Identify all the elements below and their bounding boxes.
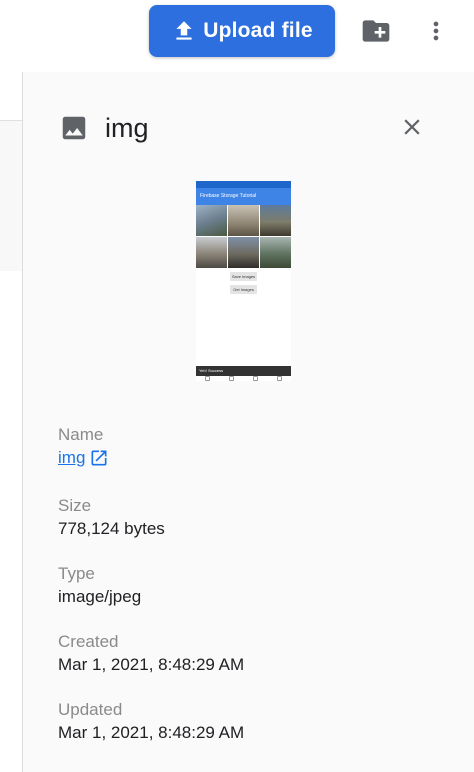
field-label: Type bbox=[58, 564, 95, 583]
field-value: Mar 1, 2021, 8:48:29 AM bbox=[58, 723, 245, 742]
upload-arrow-icon bbox=[171, 18, 197, 44]
upload-file-label: Upload file bbox=[203, 19, 313, 42]
file-list-edge bbox=[0, 72, 23, 772]
folder-plus-icon bbox=[360, 15, 392, 47]
panel-header: img bbox=[59, 108, 149, 148]
field-label: Name bbox=[58, 425, 104, 444]
field-name: Name img bbox=[58, 425, 109, 468]
preview-nav-bar bbox=[196, 376, 291, 381]
field-label: Created bbox=[58, 632, 119, 651]
nav-recents-icon bbox=[252, 376, 258, 381]
list-row-shade bbox=[0, 121, 22, 271]
file-name-link-text: img bbox=[58, 448, 86, 467]
file-name-link[interactable]: img bbox=[58, 448, 109, 468]
field-created: Created Mar 1, 2021, 8:48:29 AM bbox=[58, 632, 244, 675]
image-preview[interactable]: Firebase Storage Tutorial Save Images Ge… bbox=[196, 181, 291, 381]
preview-photo bbox=[228, 205, 259, 236]
file-details-panel: img Firebase Storage Tutorial Save Image… bbox=[23, 72, 474, 772]
new-folder-button[interactable] bbox=[360, 16, 392, 46]
preview-photo bbox=[228, 237, 259, 268]
field-updated: Updated Mar 1, 2021, 8:48:29 AM bbox=[58, 700, 244, 743]
more-options-button[interactable] bbox=[424, 14, 448, 48]
field-label: Size bbox=[58, 496, 92, 515]
panel-title: img bbox=[105, 112, 149, 143]
preview-photo-grid bbox=[196, 205, 291, 268]
preview-photo bbox=[260, 237, 291, 268]
preview-photo bbox=[196, 205, 227, 236]
more-vert-icon bbox=[422, 17, 450, 45]
field-value: Mar 1, 2021, 8:48:29 AM bbox=[58, 655, 245, 674]
field-type: Type image/jpeg bbox=[58, 564, 141, 607]
close-panel-button[interactable] bbox=[399, 114, 425, 140]
preview-photo bbox=[196, 237, 227, 268]
image-icon bbox=[59, 113, 89, 143]
upload-file-button[interactable]: Upload file bbox=[149, 5, 335, 57]
preview-get-images-button: Get Images bbox=[230, 285, 257, 294]
field-value: image/jpeg bbox=[58, 587, 142, 606]
preview-photo bbox=[260, 205, 291, 236]
close-icon bbox=[399, 114, 425, 140]
preview-toast: Yeh! Success bbox=[196, 366, 291, 376]
open-in-new-icon bbox=[89, 448, 109, 468]
top-toolbar: Upload file bbox=[0, 0, 474, 72]
preview-save-images-button: Save Images bbox=[230, 272, 257, 281]
nav-menu-icon bbox=[276, 376, 282, 381]
field-label: Updated bbox=[58, 700, 123, 719]
nav-home-icon bbox=[229, 376, 235, 381]
field-value: 778,124 bytes bbox=[58, 519, 165, 538]
preview-app-bar: Firebase Storage Tutorial bbox=[196, 188, 291, 205]
nav-back-icon bbox=[205, 376, 211, 381]
field-size: Size 778,124 bytes bbox=[58, 496, 165, 539]
preview-status-bar bbox=[196, 181, 291, 188]
